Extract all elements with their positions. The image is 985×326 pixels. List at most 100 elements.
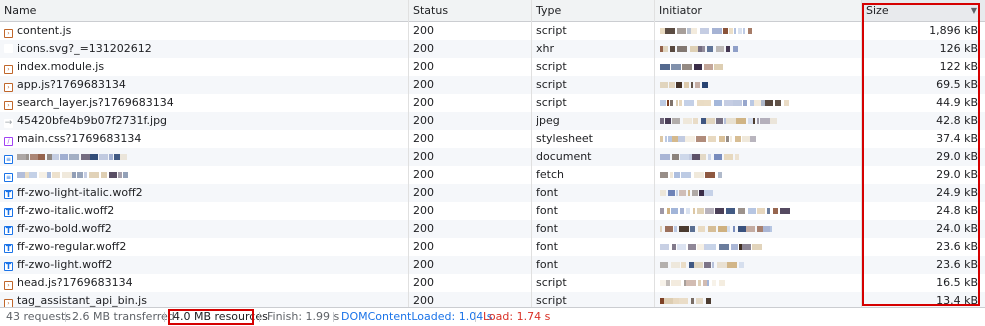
request-name: Tff-zwo-light-italic.woff2 [4, 184, 404, 202]
request-initiator-redacted[interactable] [660, 166, 860, 184]
sort-descending-icon: ▼ [970, 6, 977, 15]
requests-count: 43 requests [6, 310, 72, 323]
column-header-name[interactable]: Name [0, 0, 408, 21]
request-status: 200 [413, 114, 434, 127]
table-row[interactable]: ≡ 200 document 29.0 kB [0, 148, 985, 166]
request-initiator-redacted[interactable] [660, 202, 860, 220]
request-status: 200 [413, 168, 434, 181]
resources-highlight [168, 309, 254, 325]
request-status: 200 [413, 42, 434, 55]
request-name-label: ff-zwo-light.woff2 [17, 258, 113, 271]
request-status: 200 [413, 294, 434, 307]
request-type: fetch [536, 168, 564, 181]
request-name: › index.module.js [4, 58, 404, 76]
table-row[interactable]: › tag_assistant_api_bin.js 200 script 13.4 k… [0, 292, 985, 307]
request-type: font [536, 186, 558, 199]
request-size: 24.0 kB [936, 222, 978, 235]
request-name: ≡ [4, 148, 404, 166]
request-size: 122 kB [939, 60, 978, 73]
table-row[interactable]: Tff-zwo-regular.woff2 200 font 23.6 kB [0, 238, 985, 256]
request-initiator-redacted[interactable] [660, 94, 860, 112]
request-initiator-redacted[interactable] [660, 112, 860, 130]
request-name: icons.svg?_=131202612 [4, 40, 404, 58]
script-icon: › [4, 101, 13, 110]
request-initiator-redacted[interactable] [660, 130, 860, 148]
table-header: Name Status Type Initiator Size ▼ [0, 0, 985, 22]
column-divider[interactable] [531, 0, 532, 307]
column-header-size-label: Size [866, 4, 889, 17]
request-name-label: main.css?1769683134 [17, 132, 142, 145]
column-header-initiator[interactable]: Initiator [655, 0, 861, 21]
table-row[interactable]: › app.js?1769683134 200 script 69.5 kB [0, 76, 985, 94]
request-type: jpeg [536, 114, 560, 127]
request-status: 200 [413, 150, 434, 163]
table-row[interactable]: ≡ 200 fetch 29.0 kB [0, 166, 985, 184]
request-status: 200 [413, 60, 434, 73]
table-row[interactable]: Tff-zwo-light-italic.woff2 200 font 24.9 kB [0, 184, 985, 202]
request-size: 29.0 kB [936, 150, 978, 163]
table-row[interactable]: › head.js?1769683134 200 script 16.5 kB [0, 274, 985, 292]
redacted-name [17, 153, 137, 161]
request-initiator-redacted[interactable] [660, 256, 860, 274]
table-row[interactable]: › index.module.js 200 script 122 kB [0, 58, 985, 76]
request-initiator-redacted[interactable] [660, 148, 860, 166]
column-header-size[interactable]: Size ▼ [862, 0, 985, 21]
font-icon: T [4, 262, 13, 271]
request-type: font [536, 258, 558, 271]
request-name: Tff-zwo-light.woff2 [4, 256, 404, 274]
script-icon: › [4, 299, 13, 307]
request-status: 200 [413, 258, 434, 271]
table-row[interactable]: › search_layer.js?1769683134 200 script 44.9… [0, 94, 985, 112]
request-name-label: ff-zwo-italic.woff2 [17, 204, 115, 217]
request-size: 37.4 kB [936, 132, 978, 145]
table-row[interactable]: icons.svg?_=131202612 200 xhr 126 kB [0, 40, 985, 58]
request-name-label: ff-zwo-light-italic.woff2 [17, 186, 143, 199]
font-icon: T [4, 208, 13, 217]
column-header-type-label: Type [536, 4, 562, 17]
request-initiator-redacted[interactable] [660, 184, 860, 202]
request-status: 200 [413, 240, 434, 253]
request-type: script [536, 276, 567, 289]
table-row[interactable]: Tff-zwo-bold.woff2 200 font 24.0 kB [0, 220, 985, 238]
request-initiator-redacted[interactable] [660, 22, 860, 40]
column-divider[interactable] [861, 0, 862, 307]
font-icon: T [4, 226, 13, 235]
separator [259, 312, 260, 322]
column-header-name-label: Name [4, 4, 37, 17]
table-row[interactable]: › content.js 200 script 1,896 kB [0, 22, 985, 40]
table-row[interactable]: Tff-zwo-italic.woff2 200 font 24.8 kB [0, 202, 985, 220]
separator [65, 312, 66, 322]
request-size: 44.9 kB [936, 96, 978, 109]
request-name-label: ff-zwo-regular.woff2 [17, 240, 127, 253]
request-status: 200 [413, 222, 434, 235]
table-row[interactable]: / main.css?1769683134 200 stylesheet 37.4 kB [0, 130, 985, 148]
request-name: › app.js?1769683134 [4, 76, 404, 94]
column-divider[interactable] [654, 0, 655, 307]
redacted-name [17, 171, 137, 179]
request-initiator-redacted[interactable] [660, 292, 860, 307]
request-type: script [536, 96, 567, 109]
request-type: script [536, 60, 567, 73]
column-header-type[interactable]: Type [532, 0, 654, 21]
request-name: Tff-zwo-bold.woff2 [4, 220, 404, 238]
request-size: 29.0 kB [936, 168, 978, 181]
request-initiator-redacted[interactable] [660, 76, 860, 94]
request-initiator-redacted[interactable] [660, 220, 860, 238]
separator [333, 312, 334, 322]
request-size: 24.8 kB [936, 204, 978, 217]
request-initiator-redacted[interactable] [660, 58, 860, 76]
column-divider[interactable] [408, 0, 409, 307]
table-row[interactable]: → 45420bfe4b9b07f2731f.jpg 200 jpeg 42.8 kB [0, 112, 985, 130]
request-type: script [536, 294, 567, 307]
document-icon: ≡ [4, 155, 13, 164]
column-header-status[interactable]: Status [409, 0, 531, 21]
request-name: / main.css?1769683134 [4, 130, 404, 148]
request-initiator-redacted[interactable] [660, 274, 860, 292]
table-row[interactable]: Tff-zwo-light.woff2 200 font 23.6 kB [0, 256, 985, 274]
request-type: script [536, 78, 567, 91]
request-initiator-redacted[interactable] [660, 40, 860, 58]
finish-time: Finish: 1.99 s [267, 310, 340, 323]
request-size: 42.8 kB [936, 114, 978, 127]
request-name: Tff-zwo-italic.woff2 [4, 202, 404, 220]
request-initiator-redacted[interactable] [660, 238, 860, 256]
